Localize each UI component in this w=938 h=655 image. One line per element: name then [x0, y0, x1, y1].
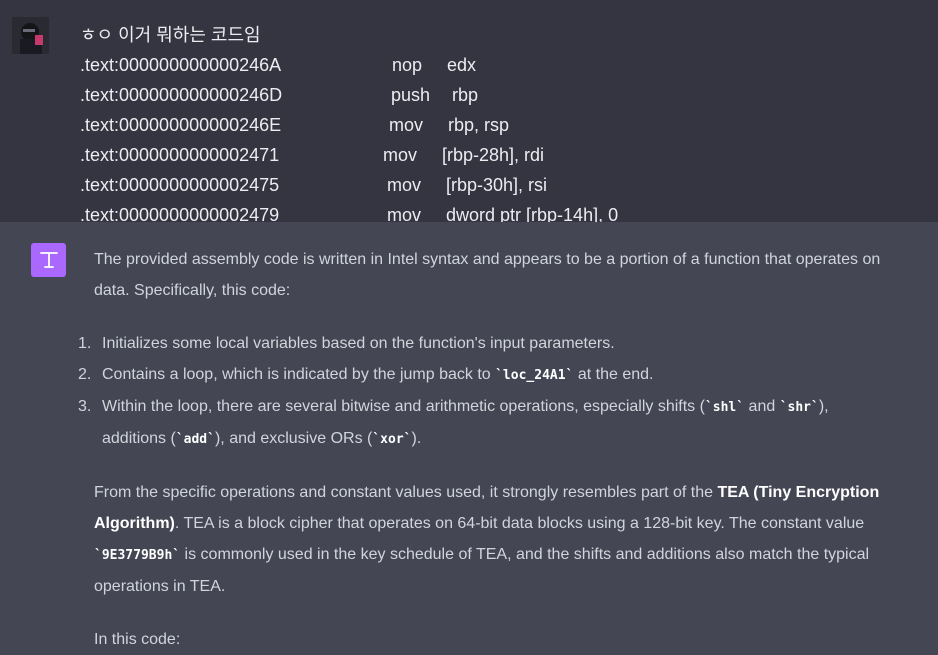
list-number: 1. [78, 335, 92, 352]
asm-opcode: mov [383, 145, 418, 165]
assistant-message-content: The provided assembly code is written in… [78, 244, 884, 655]
list-text: ). [411, 430, 422, 447]
inline-code: `loc_24A1` [495, 368, 574, 383]
asm-address: .text:0000000000002475 [80, 175, 280, 195]
user-message-text: ㅎㅇ 이거 뭐하는 코드임 .text:000000000000246A nop… [80, 20, 618, 222]
asm-line: .text:0000000000002471 mov [rbp-28h], rd… [80, 140, 544, 170]
asm-address: .text:0000000000002479 [80, 205, 280, 222]
asm-operands: rbp [452, 85, 479, 105]
asm-opcode: push [391, 85, 431, 105]
paragraph-text: is commonly used in the key schedule of … [94, 546, 870, 595]
asm-opcode: mov [387, 205, 422, 222]
asm-opcode: nop [392, 55, 423, 75]
asm-line: .text:000000000000246E mov rbp, rsp [80, 110, 509, 140]
asm-address: .text:000000000000246D [80, 85, 283, 105]
user-question: ㅎㅇ 이거 뭐하는 코드임 [80, 25, 261, 45]
asm-address: .text:0000000000002471 [80, 145, 280, 165]
inline-code: `add` [175, 432, 215, 447]
list-text: ), and exclusive ORs ( [214, 430, 373, 447]
asm-operands: dword ptr [rbp-14h], 0 [446, 205, 619, 222]
intro-paragraph: The provided assembly code is written in… [94, 251, 881, 299]
asm-line: .text:0000000000002479 mov dword ptr [rb… [80, 200, 618, 222]
list-text: Initializes some local variables based o… [102, 335, 615, 352]
openai-logo-icon [39, 252, 58, 268]
list-item: 3. Within the loop, there are several bit… [78, 391, 884, 455]
list-text: Contains a loop, which is indicated by t… [102, 366, 496, 383]
asm-address: .text:000000000000246E [80, 115, 282, 135]
list-item: 2. Contains a loop, which is indicated by… [78, 359, 884, 391]
list-item: 1. Initializes some local variables based… [78, 328, 884, 359]
asm-operands: edx [447, 55, 477, 75]
asm-code-lines: .text:000000000000246A nop edx .text:000… [80, 50, 618, 222]
paragraph-text: From the specific operations and constan… [94, 484, 718, 501]
inline-code: `shr` [779, 400, 819, 415]
list-text: Within the loop, there are several bitwi… [102, 398, 705, 415]
list-text: and [744, 398, 780, 415]
paragraph-text: . TEA is a block cipher that operates on… [174, 515, 865, 532]
inline-code: `9E3779B9h` [94, 548, 181, 563]
asm-operands: [rbp-30h], rsi [446, 175, 548, 195]
user-message: ㅎㅇ 이거 뭐하는 코드임 .text:000000000000246A nop… [0, 0, 938, 222]
list-number: 2. [78, 366, 92, 383]
list-number: 3. [78, 398, 92, 415]
asm-line: .text:000000000000246D push rbp [80, 80, 478, 110]
asm-address: .text:000000000000246A [80, 55, 282, 75]
asm-opcode: mov [387, 175, 422, 195]
asm-line: .text:000000000000246A nop edx [80, 50, 476, 80]
in-this-code-paragraph: In this code: [94, 631, 181, 648]
asm-operands: [rbp-28h], rdi [442, 145, 545, 165]
analysis-list: 1. Initializes some local variables based… [78, 328, 884, 455]
user-avatar-image [12, 17, 49, 54]
inline-code: `shl` [704, 400, 745, 415]
user-avatar [12, 17, 49, 54]
asm-opcode: mov [389, 115, 424, 135]
assistant-avatar [31, 243, 66, 277]
asm-line: .text:0000000000002475 mov [rbp-30h], rs… [80, 170, 547, 200]
asm-operands: rbp, rsp [448, 115, 510, 135]
list-text: at the end. [573, 366, 654, 383]
inline-code: `xor` [372, 432, 412, 447]
tea-paragraph: From the specific operations and constan… [94, 477, 884, 602]
